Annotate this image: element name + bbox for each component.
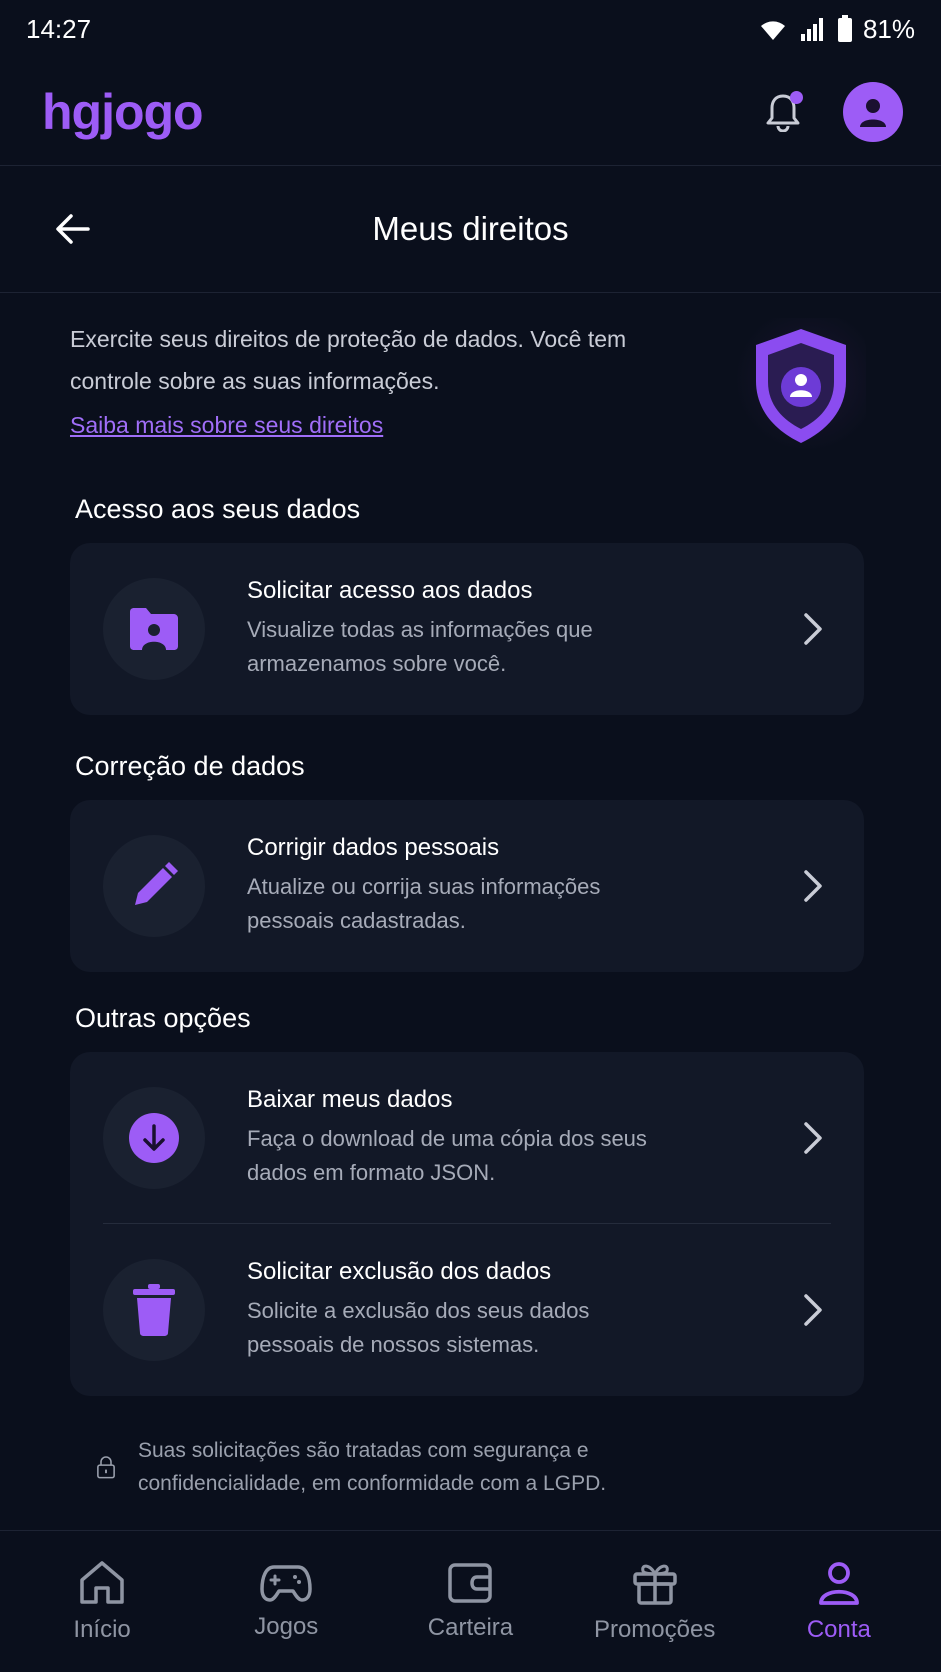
list-item-request-access[interactable]: Solicitar acesso aos dados Visualize tod… — [70, 543, 864, 715]
card-other: Baixar meus dados Faça o download de uma… — [70, 1052, 864, 1396]
section-title-access: Acesso aos seus dados — [75, 494, 361, 524]
nav-label: Carteira — [427, 1613, 514, 1641]
nav-label: Jogos — [254, 1612, 319, 1640]
pencil-icon — [135, 862, 178, 905]
chevron-right-icon — [804, 1294, 822, 1326]
learn-more-link[interactable]: Saiba mais sobre seus direitos — [70, 412, 383, 439]
nav-label: Promoções — [593, 1615, 716, 1643]
battery-icon — [837, 15, 852, 42]
notification-dot — [790, 90, 803, 104]
shield-illustration — [736, 318, 866, 454]
home-icon — [80, 1560, 124, 1604]
item-description: Visualize todas as informações que armaz… — [247, 617, 593, 676]
intro-section: Exercite seus direitos de proteção de da… — [70, 318, 660, 439]
app-header: hgjogo — [0, 58, 941, 166]
card-correction: Corrigir dados pessoais Atualize ou corr… — [70, 800, 864, 972]
list-item-download-data[interactable]: Baixar meus dados Faça o download de uma… — [70, 1052, 864, 1224]
battery-level: 81% — [862, 13, 915, 44]
privacy-note-text: Suas solicitações são tratadas com segur… — [138, 1439, 607, 1495]
nav-item-conta[interactable]: Conta — [749, 1560, 929, 1644]
item-title: Corrigir dados pessoais — [247, 834, 500, 861]
user-icon — [818, 1561, 859, 1605]
nav-item-jogos[interactable]: Jogos — [196, 1563, 376, 1641]
list-item-correct-data[interactable]: Corrigir dados pessoais Atualize ou corr… — [70, 800, 864, 972]
page-header: Meus direitos — [0, 166, 941, 293]
folder-user-icon — [130, 608, 178, 650]
status-bar: 14:27 81% — [0, 0, 941, 58]
list-item-delete-data[interactable]: Solicitar exclusão dos dados Solicite a … — [70, 1224, 864, 1396]
nav-item-inicio[interactable]: Início — [12, 1560, 192, 1644]
privacy-note: Suas solicitações são tratadas com segur… — [96, 1434, 716, 1500]
status-icons: 81% — [757, 14, 915, 45]
notifications-button[interactable] — [761, 89, 805, 135]
item-description: Solicite a exclusão dos seus dados pesso… — [247, 1298, 590, 1357]
nav-item-carteira[interactable]: Carteira — [380, 1562, 560, 1642]
item-description: Atualize ou corrija suas informações pes… — [247, 874, 601, 933]
user-icon — [860, 98, 886, 127]
item-title: Solicitar acesso aos dados — [247, 577, 533, 604]
gamepad-icon — [260, 1564, 313, 1602]
chevron-right-icon — [804, 1122, 822, 1154]
nav-label: Conta — [806, 1615, 871, 1643]
avatar[interactable] — [843, 81, 903, 142]
back-arrow-icon[interactable] — [54, 210, 92, 248]
gift-icon — [632, 1564, 677, 1605]
intro-text: Exercite seus direitos de proteção de da… — [70, 326, 627, 394]
page-title: Meus direitos — [372, 210, 569, 247]
card-access: Solicitar acesso aos dados Visualize tod… — [70, 543, 864, 715]
status-time: 14:27 — [26, 13, 92, 44]
chevron-right-icon — [804, 870, 822, 902]
item-title: Solicitar exclusão dos dados — [247, 1258, 552, 1285]
wallet-icon — [448, 1562, 493, 1603]
shield-user-icon — [756, 329, 846, 443]
item-title: Baixar meus dados — [247, 1086, 453, 1113]
lock-icon — [97, 1456, 115, 1479]
item-description: Faça o download de uma cópia dos seus da… — [247, 1126, 647, 1185]
nav-item-promocoes[interactable]: Promoções — [565, 1560, 745, 1644]
download-icon — [129, 1113, 179, 1163]
wifi-icon — [760, 21, 785, 40]
app-logo[interactable]: hgjogo — [42, 83, 204, 141]
trash-icon — [133, 1284, 175, 1336]
signal-icon — [800, 18, 823, 41]
section-title-other: Outras opções — [75, 1003, 251, 1033]
nav-label: Início — [73, 1615, 131, 1643]
section-title-correction: Correção de dados — [75, 751, 305, 781]
bottom-nav: Início Jogos Carteira Promoções Conta — [0, 1530, 941, 1672]
chevron-right-icon — [804, 613, 822, 645]
